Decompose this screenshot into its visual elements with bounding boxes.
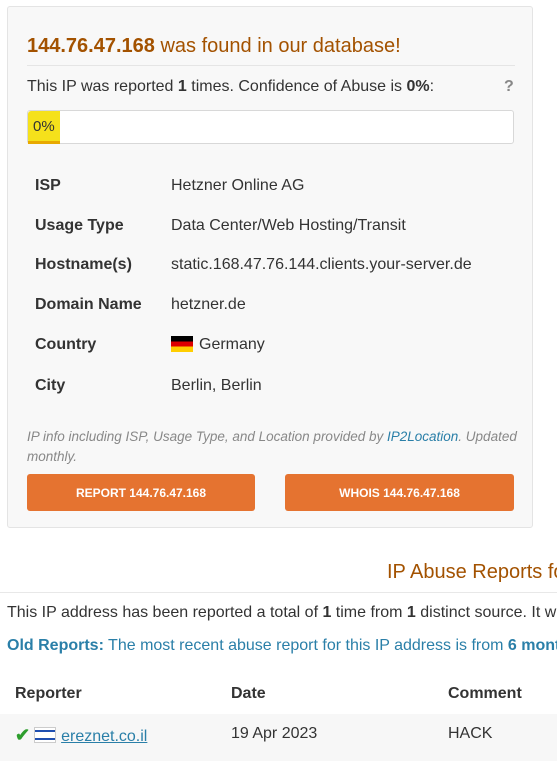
note-text: IP info including ISP, Usage Type, and L… (27, 429, 387, 444)
confidence-progress-bar: 0% (27, 110, 514, 144)
date-cell: 19 Apr 2023 (231, 725, 318, 742)
reports-summary-c: time from (331, 604, 407, 621)
report-summary-suffix: : (429, 78, 435, 95)
reports-summary-e: distinct source. It wa (415, 604, 557, 621)
data-source-note: IP info including ISP, Usage Type, and L… (27, 427, 517, 467)
detail-value: Hetzner Online AG (171, 177, 305, 194)
germany-flag-icon (171, 336, 193, 352)
abuse-reports-heading: IP Abuse Reports fo (387, 561, 557, 583)
country-name: Germany (199, 336, 265, 353)
report-summary-mid: times. Confidence of Abuse is (186, 78, 407, 95)
detail-value: static.168.47.76.144.clients.your-server… (171, 256, 472, 273)
confidence-bar-underline (28, 141, 60, 144)
report-summary: This IP was reported 1 times. Confidence… (27, 78, 434, 96)
whois-button[interactable]: WHOIS 144.76.47.168 (285, 474, 514, 511)
divider (27, 65, 515, 66)
reports-sources: 1 (406, 604, 416, 621)
column-header-date: Date (231, 685, 266, 702)
old-reports-text: The most recent abuse report for this IP… (103, 637, 508, 654)
israel-flag-icon (34, 727, 57, 743)
detail-value-country: Germany (171, 336, 265, 354)
comment-cell: HACK (448, 725, 493, 742)
ip2location-link[interactable]: IP2Location (387, 429, 458, 444)
help-icon[interactable]: ? (504, 78, 514, 96)
confidence-bar-label: 0% (33, 118, 55, 135)
detail-label: Domain Name (35, 296, 142, 313)
column-header-reporter: Reporter (15, 685, 82, 702)
reporter-link[interactable]: ereznet.co.il (61, 728, 147, 745)
detail-value: hetzner.de (171, 296, 246, 313)
detail-label: City (35, 377, 66, 394)
ip-address: 144.76.47.168 (27, 35, 155, 57)
found-suffix: was found in our database! (154, 35, 401, 57)
old-reports-age: 6 mont (507, 637, 557, 654)
detail-label: ISP (35, 177, 61, 194)
check-icon: ✔ (15, 725, 31, 745)
found-headline: 144.76.47.168 was found in our database! (27, 35, 401, 58)
detail-label: Usage Type (35, 217, 124, 234)
detail-label: Hostname(s) (35, 256, 132, 273)
column-header-comment: Comment (448, 685, 522, 702)
reports-summary: This IP address has been reported a tota… (7, 604, 557, 622)
detail-value: Berlin, Berlin (171, 377, 262, 394)
old-reports-label: Old Reports: (7, 637, 104, 654)
detail-value: Data Center/Web Hosting/Transit (171, 217, 406, 234)
report-ip-button[interactable]: REPORT 144.76.47.168 (27, 474, 255, 511)
ip-summary-card: 144.76.47.168 was found in our database!… (7, 6, 533, 528)
report-count: 1 (177, 78, 187, 95)
report-summary-prefix: This IP was reported (27, 78, 178, 95)
reports-summary-a: This IP address has been reported a tota… (7, 604, 323, 621)
divider (0, 592, 557, 593)
detail-label: Country (35, 336, 97, 353)
reporter-cell: ✔ ereznet.co.il (15, 725, 147, 746)
confidence-value: 0% (406, 78, 430, 95)
old-reports-notice: Old Reports: The most recent abuse repor… (7, 637, 557, 655)
